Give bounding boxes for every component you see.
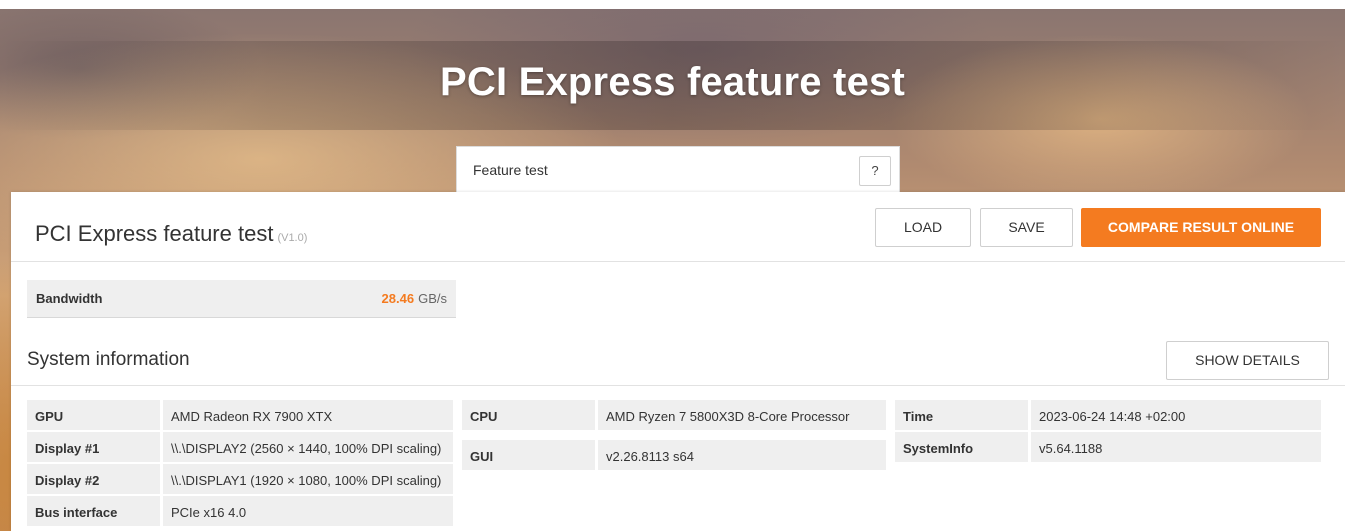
gui-key: GUI	[462, 440, 595, 470]
cpu-key: CPU	[462, 400, 595, 430]
tab-feature-test[interactable]: Feature test ?	[456, 146, 900, 192]
bandwidth-result-row: Bandwidth 28.46 GB/s	[27, 280, 456, 318]
display-2-value: \\.\DISPLAY1 (1920 × 1080, 100% DPI scal…	[163, 464, 453, 494]
time-value: 2023-06-24 14:48 +02:00	[1031, 400, 1321, 430]
divider	[11, 385, 1345, 386]
bandwidth-number: 28.46	[381, 291, 415, 306]
result-panel: PCI Express feature test (V1.0) LOAD SAVE…	[11, 192, 1345, 531]
divider	[11, 261, 1345, 262]
gpu-key: GPU	[27, 400, 160, 430]
show-details-button[interactable]: SHOW DETAILS	[1166, 341, 1329, 380]
tab-label: Feature test	[473, 162, 548, 178]
page-title-text: PCI Express feature test	[35, 221, 274, 246]
compare-result-online-button[interactable]: COMPARE RESULT ONLINE	[1081, 208, 1321, 247]
display-1-value: \\.\DISPLAY2 (2560 × 1440, 100% DPI scal…	[163, 432, 453, 462]
cpu-value: AMD Ryzen 7 5800X3D 8-Core Processor	[598, 400, 886, 430]
gpu-value: AMD Radeon RX 7900 XTX	[163, 400, 453, 430]
time-key: Time	[895, 400, 1028, 430]
save-button[interactable]: SAVE	[980, 208, 1073, 247]
load-button[interactable]: LOAD	[875, 208, 971, 247]
gui-value: v2.26.8113 s64	[598, 440, 886, 470]
version-label: (V1.0)	[277, 232, 308, 244]
bus-interface-key: Bus interface	[27, 496, 160, 526]
bandwidth-unit: GB/s	[418, 291, 447, 306]
help-button[interactable]: ?	[859, 156, 891, 186]
bandwidth-value: 28.46 GB/s	[382, 291, 447, 306]
systeminfo-key: SystemInfo	[895, 432, 1028, 462]
bandwidth-label: Bandwidth	[36, 291, 103, 306]
hero-title: PCI Express feature test	[440, 60, 905, 104]
bus-interface-value: PCIe x16 4.0	[163, 496, 453, 526]
system-information-title: System information	[27, 349, 190, 370]
display-2-key: Display #2	[27, 464, 160, 494]
page-title: PCI Express feature test (V1.0)	[35, 221, 307, 247]
display-1-key: Display #1	[27, 432, 160, 462]
systeminfo-value: v5.64.1188	[1031, 432, 1321, 462]
